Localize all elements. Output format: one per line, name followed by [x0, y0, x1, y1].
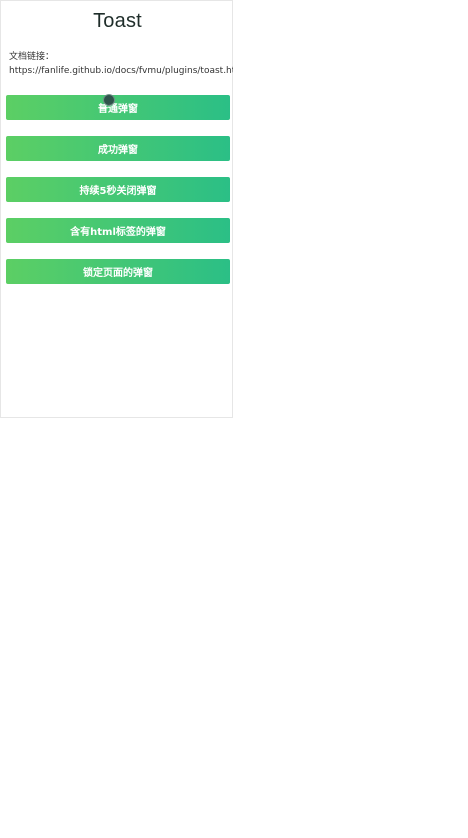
lock-page-toast-button[interactable]: 锁定页面的弹窗 [6, 259, 230, 284]
five-second-toast-button[interactable]: 持续5秒关闭弹窗 [6, 177, 230, 202]
normal-toast-button[interactable]: 普通弹窗 [6, 95, 230, 120]
page-title: Toast [93, 10, 142, 32]
device-screen: Toast 文档链接： https://fanlife.github.io/do… [0, 0, 233, 418]
doc-link-url[interactable]: https://fanlife.github.io/docs/fvmu/plug… [9, 66, 233, 76]
html-toast-button[interactable]: 含有html标签的弹窗 [6, 218, 230, 243]
touch-pointer-icon [103, 94, 115, 106]
doc-link-label: 文档链接： [9, 52, 55, 62]
success-toast-button[interactable]: 成功弹窗 [6, 136, 230, 161]
